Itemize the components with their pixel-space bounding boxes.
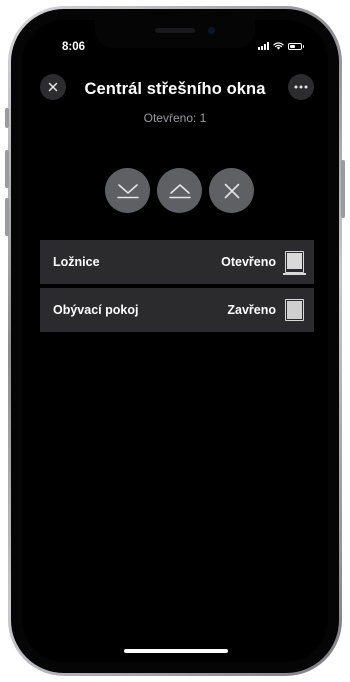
battery-icon (288, 42, 304, 50)
window-closed-icon (285, 299, 304, 321)
home-indicator[interactable] (124, 649, 228, 653)
more-icon (294, 85, 308, 89)
volume-down-button (5, 198, 9, 236)
room-state: Zavřeno (227, 303, 276, 317)
notch (95, 20, 255, 48)
room-name: Obývací pokoj (53, 303, 139, 317)
window-open-icon (283, 251, 306, 275)
status-time: 8:06 (62, 41, 86, 53)
page-title: Centrál střešního okna (84, 80, 266, 98)
close-all-button[interactable] (157, 168, 202, 213)
speaker (155, 28, 195, 33)
room-state: Otevřeno (221, 255, 276, 269)
window-controls (105, 168, 254, 213)
wifi-icon (273, 42, 284, 50)
more-button[interactable] (288, 74, 314, 100)
front-camera (208, 27, 215, 34)
chevron-up-bar-icon (168, 183, 191, 198)
room-list: Ložnice Otevřeno Obývací pokoj Zavřeno (40, 240, 314, 336)
silent-switch (5, 108, 9, 128)
stop-button[interactable] (209, 168, 254, 213)
status-icons (258, 42, 304, 50)
x-icon (224, 183, 239, 198)
volume-up-button (5, 150, 9, 188)
room-row-loznice[interactable]: Ložnice Otevřeno (40, 240, 314, 284)
signal-icon (258, 42, 269, 50)
open-count: Otevřeno: 1 (143, 111, 207, 125)
power-button (341, 160, 345, 218)
open-all-button[interactable] (105, 168, 150, 213)
chevron-down-bar-icon (116, 183, 139, 198)
app-screen: 8:06 Centrál střešního okna Otevřeno: 1 (22, 20, 328, 662)
room-row-obyvaci-pokoj[interactable]: Obývací pokoj Zavřeno (40, 288, 314, 332)
room-name: Ložnice (53, 255, 100, 269)
